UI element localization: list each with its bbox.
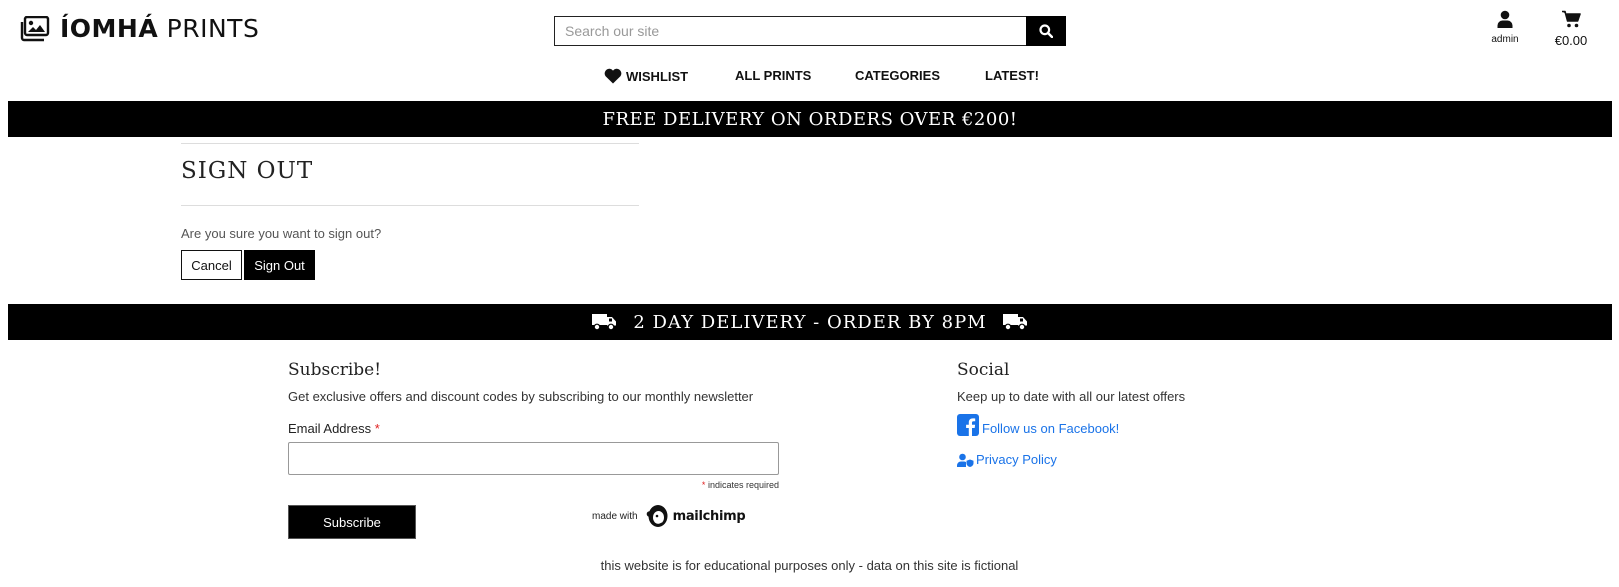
required-mark: * [701,480,706,490]
nav-item-categories[interactable]: CATEGORIES [855,68,940,83]
nav-label: LATEST! [985,68,1039,83]
cart-link[interactable]: €0.00 [1551,10,1591,48]
account-label: admin [1491,34,1519,45]
privacy-policy-label: Privacy Policy [976,452,1057,467]
facebook-link[interactable]: Follow us on Facebook! [957,414,1257,436]
social-description: Keep up to date with all our latest offe… [957,389,1186,404]
site-logo[interactable]: ÍOMHÁ PRINTS [20,14,259,43]
nav-item-wishlist[interactable]: WISHLIST [604,68,688,84]
images-icon [20,15,50,41]
cart-icon [1561,10,1581,28]
required-mark: * [374,421,380,436]
facebook-label: Follow us on Facebook! [982,421,1120,436]
made-with-text: made with [592,510,638,522]
nav-label: ALL PRINTS [735,68,812,83]
user-shield-icon [957,453,974,467]
mailchimp-badge[interactable]: made with mailchimp [592,503,746,529]
footer-disclaimer: this website is for educational purposes… [600,558,1019,573]
nav-label: CATEGORIES [855,68,940,83]
search-icon [1039,24,1053,38]
subscribe-description: Get exclusive offers and discount codes … [288,389,754,404]
signout-actions: Cancel Sign Out [181,250,639,280]
email-label-text: Email Address [288,421,372,436]
signout-section: SIGN OUT Are you sure you want to sign o… [181,143,639,280]
subscribe-button[interactable]: Subscribe [288,505,416,539]
search-input[interactable] [554,16,1026,46]
nav-item-all-prints[interactable]: ALL PRINTS [735,68,811,83]
nav-item-latest[interactable]: LATEST! [985,68,1039,83]
required-note-text: indicates required [707,480,779,490]
divider [181,205,639,206]
truck-icon [1002,314,1027,331]
facebook-icon [957,414,979,436]
banner-text: FREE DELIVERY ON ORDERS OVER €200! [602,108,1018,130]
free-delivery-banner: FREE DELIVERY ON ORDERS OVER €200! [8,101,1612,137]
subscribe-section: Subscribe! Get exclusive offers and disc… [288,360,782,539]
social-section: Social Keep up to date with all our late… [957,360,1257,467]
main-nav: WISHLIST ALL PRINTS CATEGORIES LATEST! [0,68,1619,90]
required-note: * indicates required [288,480,779,490]
mailchimp-text: mailchimp [672,508,746,524]
privacy-policy-link[interactable]: Privacy Policy [957,452,1257,467]
search-button[interactable] [1026,16,1066,46]
truck-icon [592,314,617,331]
search-form [554,16,1066,46]
email-label: Email Address * [288,421,782,436]
user-icon [1497,10,1513,28]
cancel-button[interactable]: Cancel [181,250,242,280]
nav-label: WISHLIST [626,68,689,84]
signout-question: Are you sure you want to sign out? [181,226,382,241]
brand-name: ÍOMHÁ PRINTS [60,14,260,43]
heart-icon [604,68,622,84]
page-title: SIGN OUT [181,158,314,184]
divider [181,143,639,144]
email-field[interactable] [288,442,779,475]
cart-total: €0.00 [1554,33,1588,48]
mailchimp-logo-icon [646,505,668,527]
banner-text: 2 DAY DELIVERY - ORDER BY 8PM [633,311,987,333]
site-header: ÍOMHÁ PRINTS admin €0.00 WIS [0,0,1619,98]
social-title: Social [957,360,1010,380]
sign-out-button[interactable]: Sign Out [244,250,315,280]
delivery-banner: 2 DAY DELIVERY - ORDER BY 8PM [8,304,1612,340]
account-link[interactable]: admin [1490,10,1520,45]
subscribe-title: Subscribe! [288,360,382,380]
